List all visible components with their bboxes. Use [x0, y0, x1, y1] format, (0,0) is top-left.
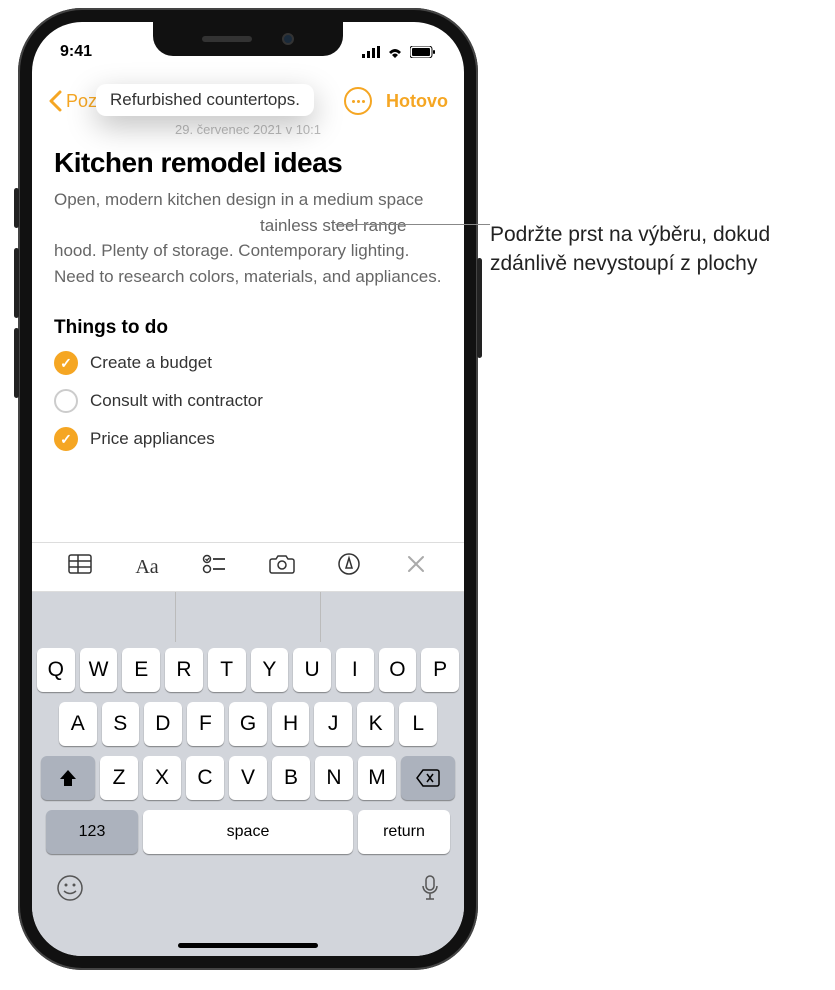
- iphone-frame: 9:41 Poznámky Hotovo 29. červenec 2021 v…: [18, 8, 478, 970]
- key-e[interactable]: E: [122, 648, 160, 692]
- prediction-bar[interactable]: [32, 592, 464, 642]
- todo-label[interactable]: Consult with contractor: [90, 391, 263, 411]
- checkbox-checked-icon[interactable]: [54, 427, 78, 451]
- key-t[interactable]: T: [208, 648, 246, 692]
- callout-text: Podržte prst na výběru, dokud zdánlivě n…: [490, 220, 820, 279]
- return-key[interactable]: return: [358, 810, 450, 854]
- wifi-icon: [386, 46, 404, 58]
- backspace-icon: [416, 769, 440, 787]
- key-n[interactable]: N: [315, 756, 353, 800]
- volume-up: [14, 248, 19, 318]
- key-i[interactable]: I: [336, 648, 374, 692]
- camera-icon[interactable]: [267, 554, 297, 580]
- keyboard-bottom-row: [32, 870, 464, 909]
- checkbox-checked-icon[interactable]: [54, 351, 78, 375]
- more-button[interactable]: [344, 87, 372, 115]
- key-u[interactable]: U: [293, 648, 331, 692]
- key-row-2: A S D F G H J K L: [37, 702, 459, 746]
- todo-row[interactable]: Consult with contractor: [54, 389, 442, 413]
- format-toolbar: Aa: [32, 542, 464, 592]
- markup-icon[interactable]: [334, 553, 364, 581]
- status-time: 9:41: [60, 43, 92, 61]
- key-v[interactable]: V: [229, 756, 267, 800]
- key-g[interactable]: G: [229, 702, 267, 746]
- note-body[interactable]: Open, modern kitchen design in a medium …: [54, 187, 442, 289]
- space-key[interactable]: space: [143, 810, 353, 854]
- keyboard: Q W E R T Y U I O P A S D F G H: [32, 592, 464, 956]
- key-c[interactable]: C: [186, 756, 224, 800]
- key-row-3: Z X C V B N M: [37, 756, 459, 800]
- lifted-selection[interactable]: Refurbished countertops.: [96, 84, 314, 116]
- key-row-4: 123 space return: [37, 810, 459, 854]
- note-content[interactable]: 29. červenec 2021 v 10:1 Kitchen remodel…: [32, 122, 464, 465]
- cellular-icon: [362, 46, 380, 58]
- key-row-1: Q W E R T Y U I O P: [37, 648, 459, 692]
- side-button: [477, 258, 482, 358]
- notch: [153, 22, 343, 56]
- key-x[interactable]: X: [143, 756, 181, 800]
- todo-label[interactable]: Price appliances: [90, 429, 215, 449]
- shift-key[interactable]: [41, 756, 95, 800]
- key-k[interactable]: K: [357, 702, 395, 746]
- done-button[interactable]: Hotovo: [386, 91, 448, 112]
- ellipsis-icon: [352, 100, 365, 103]
- backspace-key[interactable]: [401, 756, 455, 800]
- note-title[interactable]: Kitchen remodel ideas: [54, 147, 442, 179]
- checklist-icon[interactable]: [199, 554, 229, 580]
- key-r[interactable]: R: [165, 648, 203, 692]
- note-timestamp: 29. červenec 2021 v 10:1: [54, 122, 442, 137]
- key-o[interactable]: O: [379, 648, 417, 692]
- key-l[interactable]: L: [399, 702, 437, 746]
- todo-row[interactable]: Price appliances: [54, 427, 442, 451]
- key-z[interactable]: Z: [100, 756, 138, 800]
- battery-icon: [410, 46, 436, 58]
- dictation-icon[interactable]: [420, 874, 440, 909]
- key-p[interactable]: P: [421, 648, 459, 692]
- home-indicator[interactable]: [178, 943, 318, 948]
- status-icons: [362, 46, 436, 58]
- todo-row[interactable]: Create a budget: [54, 351, 442, 375]
- key-j[interactable]: J: [314, 702, 352, 746]
- key-m[interactable]: M: [358, 756, 396, 800]
- numbers-key[interactable]: 123: [46, 810, 138, 854]
- key-b[interactable]: B: [272, 756, 310, 800]
- emoji-icon[interactable]: [56, 874, 84, 909]
- close-icon[interactable]: [401, 555, 431, 579]
- key-s[interactable]: S: [102, 702, 140, 746]
- key-y[interactable]: Y: [251, 648, 289, 692]
- key-d[interactable]: D: [144, 702, 182, 746]
- key-w[interactable]: W: [80, 648, 118, 692]
- todo-label[interactable]: Create a budget: [90, 353, 212, 373]
- key-a[interactable]: A: [59, 702, 97, 746]
- table-icon[interactable]: [65, 554, 95, 580]
- section-heading[interactable]: Things to do: [54, 317, 442, 339]
- chevron-left-icon: [48, 90, 62, 112]
- key-q[interactable]: Q: [37, 648, 75, 692]
- shift-icon: [58, 768, 78, 788]
- checkbox-empty-icon[interactable]: [54, 389, 78, 413]
- key-h[interactable]: H: [272, 702, 310, 746]
- mute-switch: [14, 188, 19, 228]
- text-format-icon[interactable]: Aa: [132, 556, 162, 579]
- callout-leader-line: [335, 224, 490, 225]
- screen: 9:41 Poznámky Hotovo 29. červenec 2021 v…: [32, 22, 464, 956]
- volume-down: [14, 328, 19, 398]
- key-f[interactable]: F: [187, 702, 225, 746]
